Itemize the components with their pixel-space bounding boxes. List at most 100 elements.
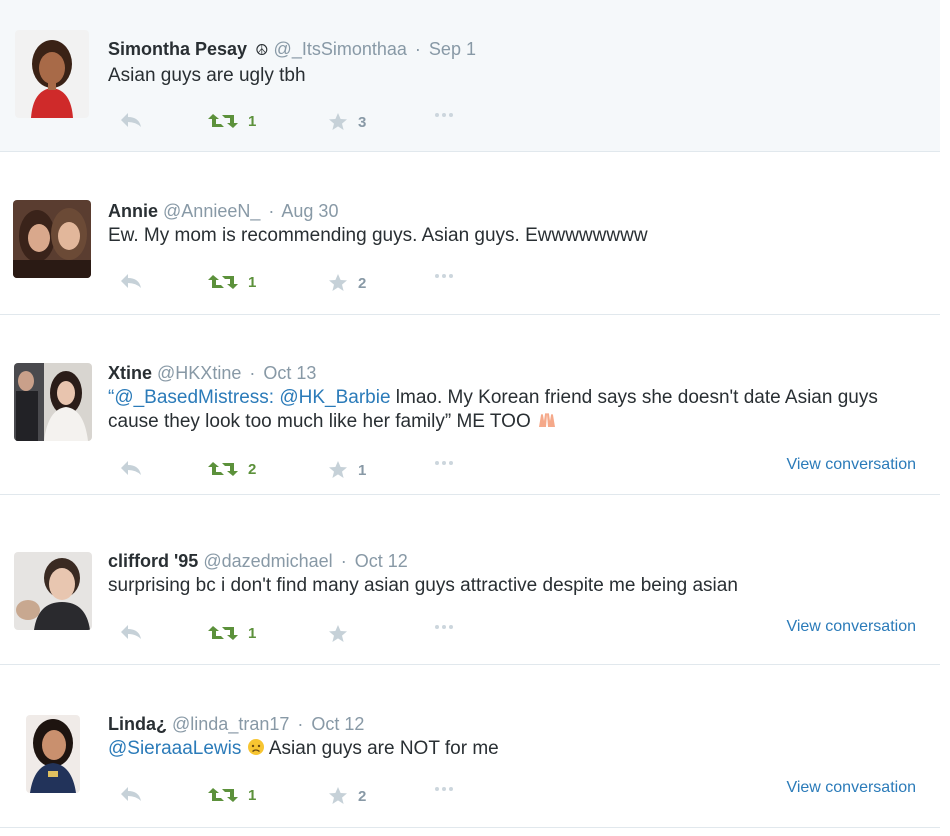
timestamp[interactable]: Oct 12 bbox=[311, 714, 364, 734]
favorite-button[interactable]: 1 bbox=[328, 460, 366, 480]
tweet[interactable]: Annie @AnnieeN_ · Aug 30 Ew. My mom is r… bbox=[0, 152, 940, 315]
tweet-text: “@_BasedMistress: @HK_Barbie lmao. My Ko… bbox=[108, 386, 920, 436]
retweet-button[interactable]: 2 bbox=[208, 460, 256, 478]
star-icon bbox=[329, 787, 347, 804]
avatar[interactable] bbox=[14, 363, 92, 441]
reply-icon bbox=[121, 787, 141, 801]
tweet-header: Annie @AnnieeN_ · Aug 30 bbox=[108, 200, 920, 222]
reply-button[interactable] bbox=[120, 460, 142, 476]
retweet-icon bbox=[208, 114, 238, 128]
view-conversation-link[interactable]: View conversation bbox=[786, 456, 916, 474]
disappointed-face-emoji-icon bbox=[247, 738, 265, 763]
user-handle[interactable]: @dazedmichael bbox=[203, 551, 332, 571]
more-icon bbox=[435, 625, 453, 629]
timestamp[interactable]: Oct 13 bbox=[263, 363, 316, 383]
retweet-count: 1 bbox=[248, 624, 257, 642]
tweet-header: clifford '95 @dazedmichael · Oct 12 bbox=[108, 550, 920, 572]
tweet[interactable]: clifford '95 @dazedmichael · Oct 12 surp… bbox=[0, 495, 940, 665]
reply-icon bbox=[121, 461, 141, 475]
user-handle[interactable]: @AnnieeN_ bbox=[163, 201, 260, 221]
avatar[interactable] bbox=[14, 552, 92, 630]
tweet[interactable]: Xtine @HKXtine · Oct 13 “@_BasedMistress… bbox=[0, 315, 940, 495]
favorite-count: 2 bbox=[358, 274, 367, 292]
tweet[interactable]: Simontha Pesay ☮ @_ItsSimonthaa · Sep 1 … bbox=[0, 0, 940, 152]
tweet-actions: 2 1 bbox=[116, 460, 496, 482]
user-handle[interactable]: @HKXtine bbox=[157, 363, 241, 383]
mention-link[interactable]: @HK_Barbie bbox=[279, 387, 390, 408]
reply-button[interactable] bbox=[120, 786, 142, 802]
timestamp[interactable]: Oct 12 bbox=[355, 551, 408, 571]
user-name[interactable]: Linda¿ bbox=[108, 714, 167, 734]
tweet[interactable]: Linda¿ @linda_tran17 · Oct 12 @SieraaaLe… bbox=[0, 665, 940, 828]
favorite-count: 3 bbox=[358, 113, 367, 131]
retweet-button[interactable]: 1 bbox=[208, 786, 256, 804]
more-icon bbox=[435, 461, 453, 465]
more-button[interactable] bbox=[434, 112, 454, 118]
separator: · bbox=[297, 714, 304, 734]
tweet-text: surprising bc i don't find many asian gu… bbox=[108, 575, 738, 596]
tweet-header: Linda¿ @linda_tran17 · Oct 12 bbox=[108, 713, 920, 735]
reply-icon bbox=[121, 625, 141, 639]
favorite-button[interactable] bbox=[328, 624, 358, 644]
retweet-count: 1 bbox=[248, 273, 257, 291]
user-name[interactable]: clifford '95 bbox=[108, 551, 198, 571]
separator: · bbox=[249, 363, 256, 383]
tweet-header: Simontha Pesay ☮ @_ItsSimonthaa · Sep 1 bbox=[108, 38, 920, 62]
mention-link[interactable]: @_BasedMistress: bbox=[114, 387, 274, 408]
tweet-text-body: Asian guys are NOT for me bbox=[268, 738, 499, 759]
avatar[interactable] bbox=[15, 30, 89, 118]
retweet-button[interactable]: 1 bbox=[208, 624, 256, 642]
tweet-actions: 1 2 bbox=[116, 786, 496, 808]
retweet-count: 2 bbox=[248, 460, 257, 478]
reply-icon bbox=[121, 113, 141, 127]
retweet-icon bbox=[208, 462, 238, 476]
more-button[interactable] bbox=[434, 624, 454, 630]
view-conversation-link[interactable]: View conversation bbox=[786, 618, 916, 636]
avatar[interactable] bbox=[26, 715, 80, 793]
reply-icon bbox=[121, 274, 141, 288]
user-handle[interactable]: @_ItsSimonthaa bbox=[274, 39, 407, 59]
tweet-actions: 1 2 bbox=[116, 273, 496, 295]
star-icon bbox=[329, 625, 347, 642]
separator: · bbox=[340, 551, 347, 571]
retweet-button[interactable]: 1 bbox=[208, 273, 256, 291]
reply-button[interactable] bbox=[120, 624, 142, 640]
more-icon bbox=[435, 274, 453, 278]
timestamp[interactable]: Aug 30 bbox=[281, 201, 338, 221]
reply-button[interactable] bbox=[120, 112, 142, 128]
tweet-header: Xtine @HKXtine · Oct 13 bbox=[108, 362, 920, 384]
star-icon bbox=[329, 461, 347, 478]
more-icon bbox=[435, 113, 453, 117]
favorite-button[interactable]: 2 bbox=[328, 273, 366, 293]
favorite-button[interactable]: 3 bbox=[328, 112, 366, 132]
favorite-count: 1 bbox=[358, 461, 367, 479]
tweet-text: @SieraaaLewis Asian guys are NOT for me bbox=[108, 737, 920, 763]
separator: · bbox=[414, 39, 421, 59]
favorite-count: 2 bbox=[358, 787, 367, 805]
retweet-icon bbox=[208, 275, 238, 289]
tweet-text: Ew. My mom is recommending guys. Asian g… bbox=[108, 225, 648, 246]
retweet-button[interactable]: 1 bbox=[208, 112, 256, 130]
mention-link[interactable]: @SieraaaLewis bbox=[108, 738, 241, 759]
user-name[interactable]: Annie bbox=[108, 201, 158, 221]
avatar[interactable] bbox=[13, 200, 91, 278]
retweet-icon bbox=[208, 788, 238, 802]
star-icon bbox=[329, 274, 347, 291]
retweet-count: 1 bbox=[248, 112, 257, 130]
retweet-count: 1 bbox=[248, 786, 257, 804]
user-handle[interactable]: @linda_tran17 bbox=[172, 714, 289, 734]
more-button[interactable] bbox=[434, 460, 454, 466]
favorite-button[interactable]: 2 bbox=[328, 786, 366, 806]
star-icon bbox=[329, 113, 347, 130]
user-name[interactable]: Xtine bbox=[108, 363, 152, 383]
peace-badge-icon: ☮ bbox=[255, 42, 269, 59]
more-button[interactable] bbox=[434, 273, 454, 279]
reply-button[interactable] bbox=[120, 273, 142, 289]
timestamp[interactable]: Sep 1 bbox=[429, 39, 476, 59]
user-name[interactable]: Simontha Pesay bbox=[108, 39, 247, 59]
view-conversation-link[interactable]: View conversation bbox=[786, 779, 916, 797]
timeline: Simontha Pesay ☮ @_ItsSimonthaa · Sep 1 … bbox=[0, 0, 950, 836]
separator: · bbox=[268, 201, 275, 221]
more-button[interactable] bbox=[434, 786, 454, 792]
more-icon bbox=[435, 787, 453, 791]
